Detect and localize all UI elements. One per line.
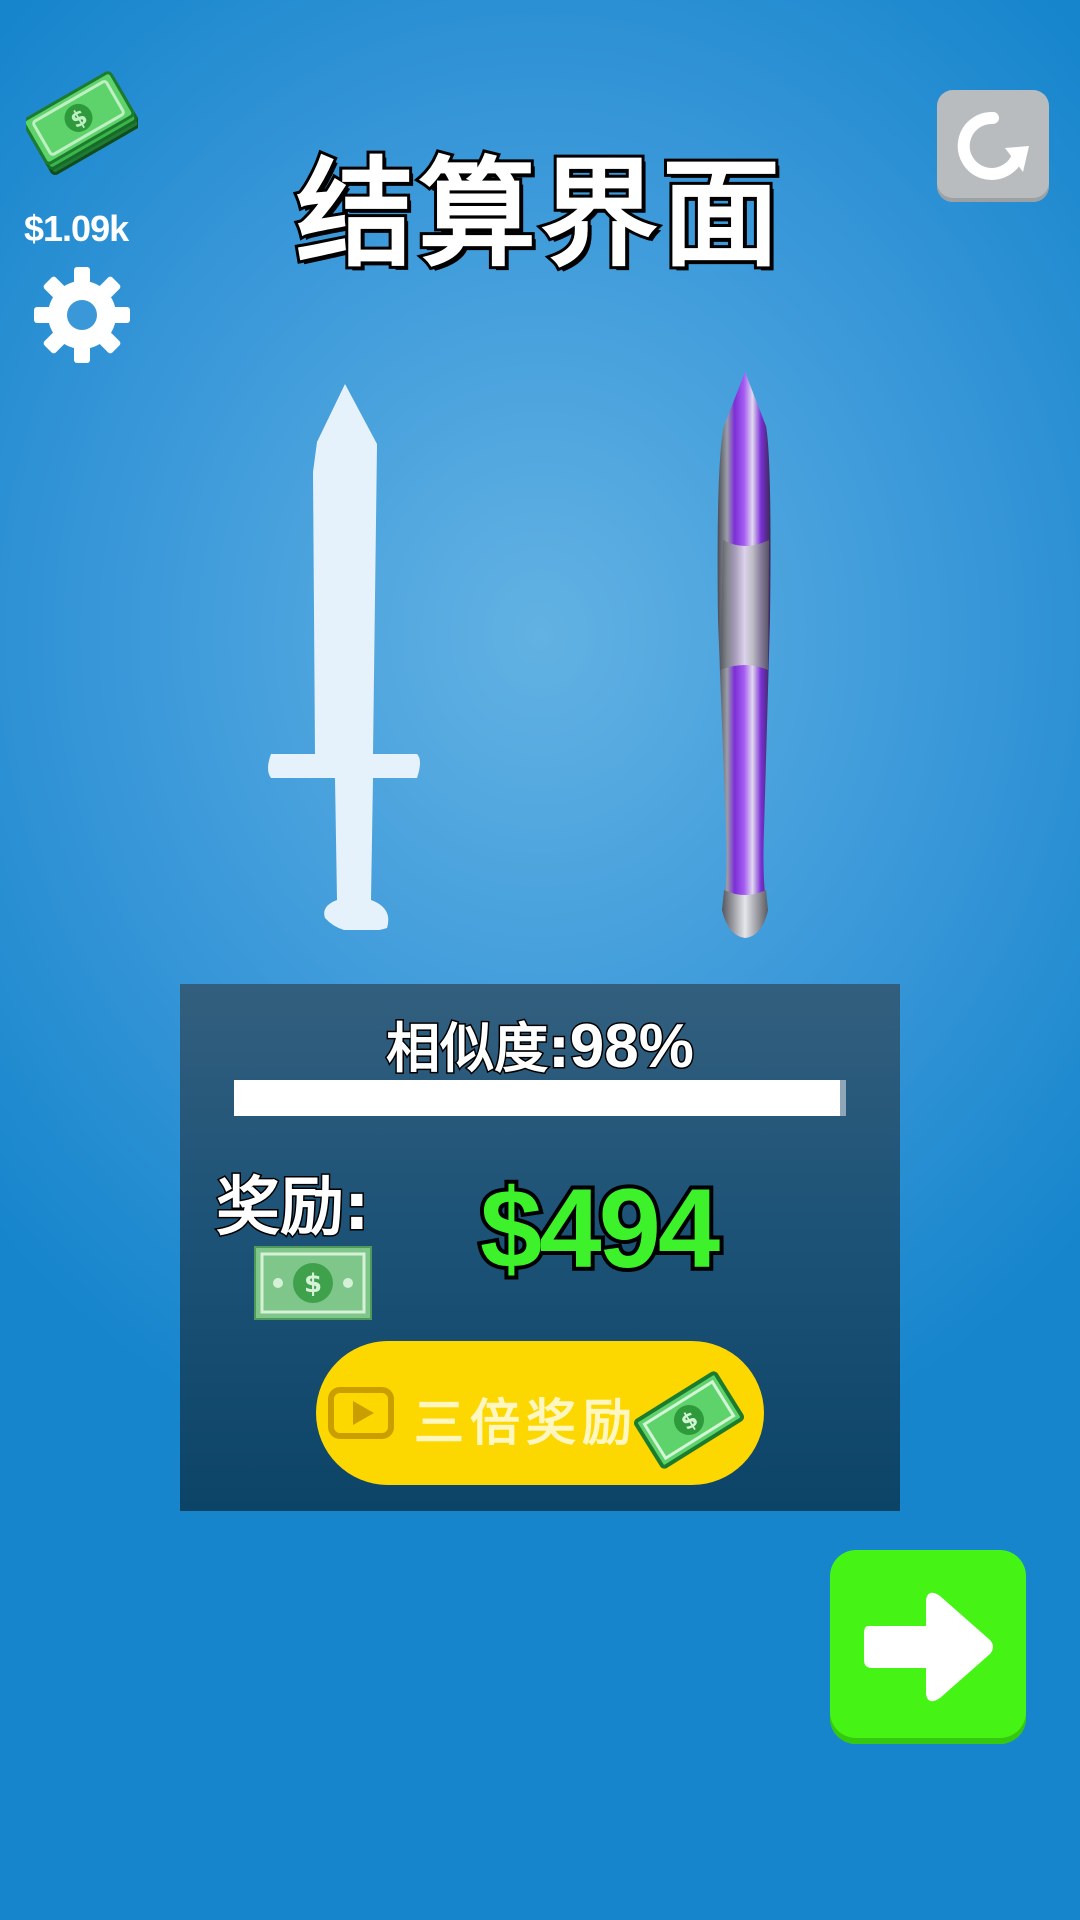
banknote-icon: $ <box>633 1365 745 1475</box>
banknote-icon: $ <box>254 1246 372 1320</box>
result-panel: 相似度:98% 奖励: $ $494 三倍奖励 $ <box>180 984 900 1511</box>
similarity-progress-fill <box>234 1080 840 1116</box>
money-balance: $1.09k <box>24 208 129 249</box>
carved-sword <box>700 370 790 940</box>
svg-text:$: $ <box>304 1269 322 1299</box>
next-button[interactable] <box>830 1550 1026 1744</box>
arrow-right-icon <box>864 1592 993 1702</box>
triple-reward-button[interactable]: 三倍奖励 $ <box>316 1341 764 1485</box>
restart-button[interactable] <box>937 90 1049 202</box>
cash-stack-icon: $ <box>22 68 141 180</box>
reward-label: 奖励: <box>215 1170 372 1247</box>
settings-button[interactable] <box>32 265 132 365</box>
similarity-row: 相似度:98% <box>180 1004 900 1083</box>
page-title: 结算界面 <box>293 142 784 286</box>
similarity-label: 相似度: <box>385 1016 572 1082</box>
target-sword-silhouette <box>265 380 425 933</box>
similarity-value: 98% <box>568 1011 695 1083</box>
gear-icon <box>34 267 130 363</box>
reward-amount: $494 <box>476 1162 724 1295</box>
restart-icon <box>957 111 1029 180</box>
triple-reward-label: 三倍奖励 <box>414 1394 638 1452</box>
similarity-progress-bar <box>234 1080 846 1116</box>
video-play-icon <box>328 1387 394 1439</box>
